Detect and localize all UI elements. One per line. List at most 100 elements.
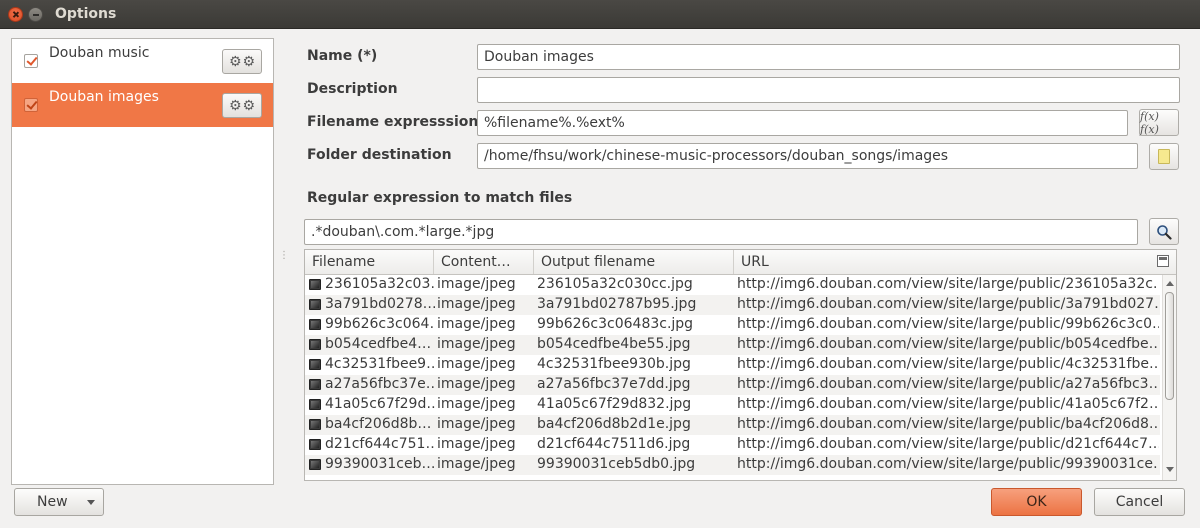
insert-function-button[interactable]: f(x) f(x) [1139,109,1179,136]
table-row[interactable]: 99b626c3c064… image/jpeg 99b626c3c06483c.j… [305,315,1160,335]
table-row[interactable]: d21cf644c751… image/jpeg d21cf644c7511d6.j… [305,435,1160,455]
filename-expression-label: Filename expresssion [307,114,479,130]
ok-button-label: OK [1026,494,1047,510]
source-item-label: Douban images [49,89,159,105]
cell-output-filename: 41a05c67f29d832.jpg [537,396,692,412]
cell-output-filename: b054cedfbe4be55.jpg [537,336,691,352]
cell-output-filename: 4c32531fbee930b.jpg [537,356,691,372]
matched-files-table: Filename Content… Output filename URL 23… [304,249,1177,481]
image-file-icon [309,299,321,310]
folder-destination-field[interactable]: /home/fhsu/work/chinese-music-processors… [477,143,1138,169]
cell-filename: 41a05c67f29d… [325,396,435,412]
cell-filename: 236105a32c03… [325,276,435,292]
source-settings-button[interactable]: ⚙ ⚙ [222,93,262,118]
scroll-up-arrow-icon[interactable] [1166,281,1174,286]
cell-filename: ba4cf206d8b… [325,416,432,432]
column-chooser-icon[interactable] [1157,255,1169,267]
source-item-douban-images[interactable]: Douban images ⚙ ⚙ [12,83,273,127]
cell-content-type: image/jpeg [437,356,516,372]
table-row[interactable]: 3a791bd0278… image/jpeg 3a791bd02787b95.jp… [305,295,1160,315]
column-header-content-type[interactable]: Content… [434,250,534,274]
cell-filename: 99b626c3c064… [325,316,435,332]
column-header-output-filename[interactable]: Output filename [534,250,734,274]
cell-url: http://img6.douban.com/view/site/large/p… [737,276,1159,292]
filename-expression-field[interactable]: %filename%.%ext% [477,110,1128,136]
image-file-icon [309,339,321,350]
source-item-douban-music[interactable]: Douban music ⚙ ⚙ [12,39,273,83]
minimize-window-button[interactable] [28,7,43,22]
cell-url: http://img6.douban.com/view/site/large/p… [737,396,1159,412]
cell-filename: a27a56fbc37e… [325,376,435,392]
chevron-down-icon [87,500,95,505]
folder-icon [1158,149,1170,164]
image-file-icon [309,439,321,450]
name-label: Name (*) [307,48,378,64]
gear-icon: ⚙ [242,97,256,114]
cell-content-type: image/jpeg [437,276,516,292]
image-file-icon [309,379,321,390]
cell-url: http://img6.douban.com/view/site/large/p… [737,336,1159,352]
column-header-filename[interactable]: Filename [305,250,434,274]
table-row[interactable]: ba4cf206d8b… image/jpeg ba4cf206d8b2d1e.jp… [305,415,1160,435]
cell-filename: b054cedfbe4… [325,336,432,352]
ok-button[interactable]: OK [991,488,1082,516]
image-file-icon [309,359,321,370]
scroll-down-arrow-icon[interactable] [1166,467,1174,472]
image-file-icon [309,419,321,430]
cell-filename: d21cf644c751… [325,436,435,452]
gear-icon: ⚙ [228,97,242,114]
folder-destination-label: Folder destination [307,147,452,163]
cell-url: http://img6.douban.com/view/site/large/p… [737,376,1159,392]
cell-content-type: image/jpeg [437,316,516,332]
cell-content-type: image/jpeg [437,436,516,452]
cell-url: http://img6.douban.com/view/site/large/p… [737,456,1159,472]
cancel-button-label: Cancel [1115,494,1164,510]
cell-output-filename: ba4cf206d8b2d1e.jpg [537,416,691,432]
image-file-icon [309,319,321,330]
description-field[interactable] [477,77,1180,103]
table-row[interactable]: a27a56fbc37e… image/jpeg a27a56fbc37e7dd.j… [305,375,1160,395]
image-file-icon [309,399,321,410]
source-list: Douban music ⚙ ⚙ Douban images ⚙ ⚙ [11,38,274,485]
source-checkbox[interactable] [24,54,38,68]
table-body: 236105a32c03… image/jpeg 236105a32c030cc.j… [305,275,1160,475]
cell-content-type: image/jpeg [437,396,516,412]
table-row[interactable]: 236105a32c03… image/jpeg 236105a32c030cc.j… [305,275,1160,295]
table-row[interactable]: 4c32531fbee9… image/jpeg 4c32531fbee930b.j… [305,355,1160,375]
cell-filename: 3a791bd0278… [325,296,435,312]
cell-output-filename: d21cf644c7511d6.jpg [537,436,691,452]
table-scrollbar[interactable] [1162,275,1176,480]
source-settings-button[interactable]: ⚙ ⚙ [222,49,262,74]
splitter-handle[interactable]: ⋮ [279,251,289,266]
new-button-label: New [37,494,68,510]
search-button[interactable] [1149,218,1179,245]
cell-content-type: image/jpeg [437,376,516,392]
source-item-label: Douban music [49,45,150,61]
new-button[interactable]: New [14,488,104,516]
window-title: Options [55,6,117,22]
cell-url: http://img6.douban.com/view/site/large/p… [737,436,1159,452]
description-label: Description [307,81,398,97]
title-bar: Options [0,0,1200,29]
column-header-url[interactable]: URL [734,250,1149,274]
cell-output-filename: 236105a32c030cc.jpg [537,276,693,292]
fx-icon: f(x) f(x) [1140,109,1159,136]
scrollbar-thumb[interactable] [1165,292,1174,400]
browse-folder-button[interactable] [1149,143,1179,170]
source-checkbox[interactable] [24,98,38,112]
regex-field[interactable]: .*douban\.com.*large.*jpg [304,219,1138,245]
cell-filename: 4c32531fbee9… [325,356,435,372]
cell-content-type: image/jpeg [437,336,516,352]
table-row[interactable]: 41a05c67f29d… image/jpeg 41a05c67f29d832.j… [305,395,1160,415]
table-row[interactable]: b054cedfbe4… image/jpeg b054cedfbe4be55.jp… [305,335,1160,355]
cell-filename: 99390031ceb… [325,456,435,472]
cell-url: http://img6.douban.com/view/site/large/p… [737,296,1159,312]
close-window-button[interactable] [8,7,23,22]
cancel-button[interactable]: Cancel [1094,488,1185,516]
name-field[interactable]: Douban images [477,44,1180,70]
table-header: Filename Content… Output filename URL [305,250,1176,275]
cell-content-type: image/jpeg [437,456,516,472]
cell-output-filename: 3a791bd02787b95.jpg [537,296,697,312]
gear-icon: ⚙ [228,53,242,70]
table-row[interactable]: 99390031ceb… image/jpeg 99390031ceb5db0.jp… [305,455,1160,475]
